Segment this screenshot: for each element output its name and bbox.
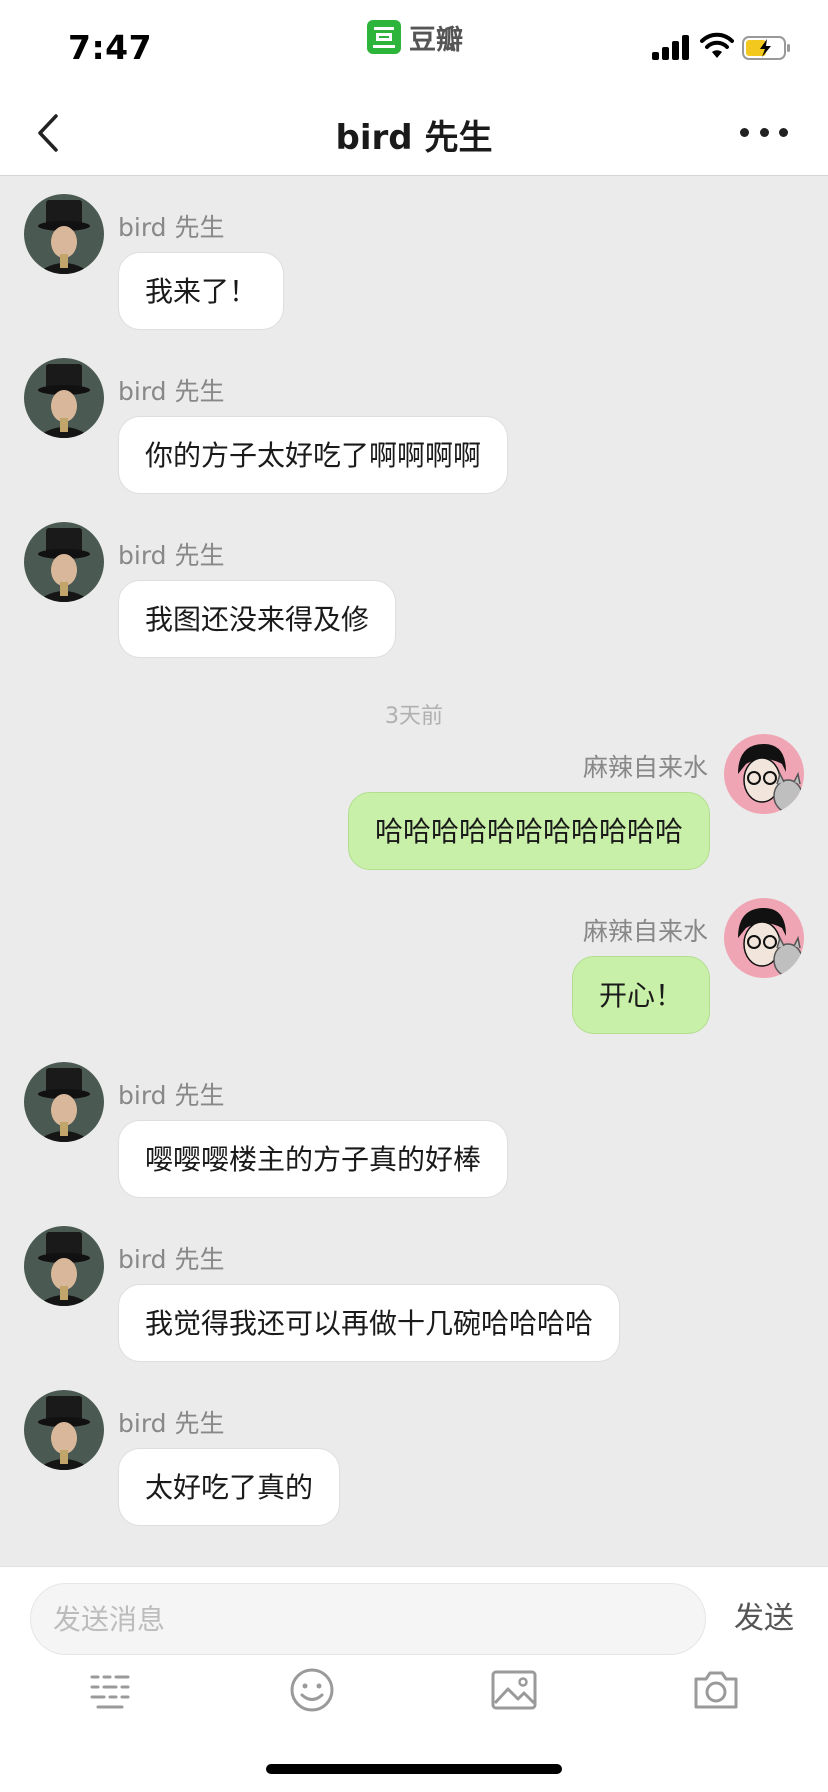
app-name: 豆瓣 (409, 24, 463, 56)
keyboard-icon[interactable] (84, 1667, 136, 1713)
emoji-icon[interactable] (286, 1667, 338, 1713)
message-bubble[interactable]: 你的方子太好吃了啊啊啊啊 (118, 416, 509, 494)
message-input-bar: 发送 (0, 1566, 828, 1792)
message-bubble-own[interactable]: 开心！ (571, 956, 710, 1034)
douban-logo-icon (367, 20, 401, 54)
message-list[interactable]: bird 先生 我来了！ bird 先生 你的方子太好吃了啊啊啊啊 bird 先… (0, 176, 828, 1566)
sender-name: bird 先生 (118, 541, 225, 570)
send-button[interactable]: 发送 (734, 1593, 794, 1637)
avatar-bird[interactable] (24, 194, 104, 274)
image-icon[interactable] (488, 1667, 540, 1713)
status-time: 7:47 (68, 28, 153, 67)
message-timestamp: 3天前 (385, 704, 443, 729)
avatar-bird[interactable] (24, 358, 104, 438)
battery-icon (742, 36, 790, 60)
sender-name: bird 先生 (118, 213, 225, 242)
sender-name: bird 先生 (118, 1081, 225, 1110)
message-bubble[interactable]: 太好吃了真的 (118, 1448, 341, 1526)
sender-name: 麻辣自来水 (582, 917, 708, 946)
message-bubble[interactable]: 嘤嘤嘤楼主的方子真的好棒 (118, 1120, 509, 1198)
message-bubble[interactable]: 我来了！ (118, 252, 285, 330)
avatar-bird[interactable] (24, 1062, 104, 1142)
sender-name: bird 先生 (118, 1245, 225, 1274)
avatar-bird[interactable] (24, 1226, 104, 1306)
camera-icon[interactable] (690, 1667, 742, 1713)
chat-title: bird 先生 (335, 118, 493, 158)
message-bubble[interactable]: 我觉得我还可以再做十几碗哈哈哈哈 (118, 1284, 621, 1362)
chat-header: bird 先生 (0, 90, 828, 176)
home-indicator[interactable] (266, 1764, 562, 1774)
message-bubble-own[interactable]: 哈哈哈哈哈哈哈哈哈哈哈 (347, 792, 710, 870)
message-input[interactable] (30, 1583, 706, 1655)
app-brand: 豆瓣 (367, 18, 463, 56)
avatar-self[interactable] (724, 734, 804, 814)
avatar-self[interactable] (724, 898, 804, 978)
status-bar: 7:47 豆瓣 (0, 0, 828, 90)
wifi-icon (700, 32, 734, 58)
sender-name: bird 先生 (118, 377, 225, 406)
more-options-icon[interactable] (740, 120, 788, 144)
avatar-bird[interactable] (24, 522, 104, 602)
sender-name: 麻辣自来水 (582, 753, 708, 782)
message-bubble[interactable]: 我图还没来得及修 (118, 580, 397, 658)
sender-name: bird 先生 (118, 1409, 225, 1438)
avatar-bird[interactable] (24, 1390, 104, 1470)
cellular-signal-icon (652, 34, 692, 60)
